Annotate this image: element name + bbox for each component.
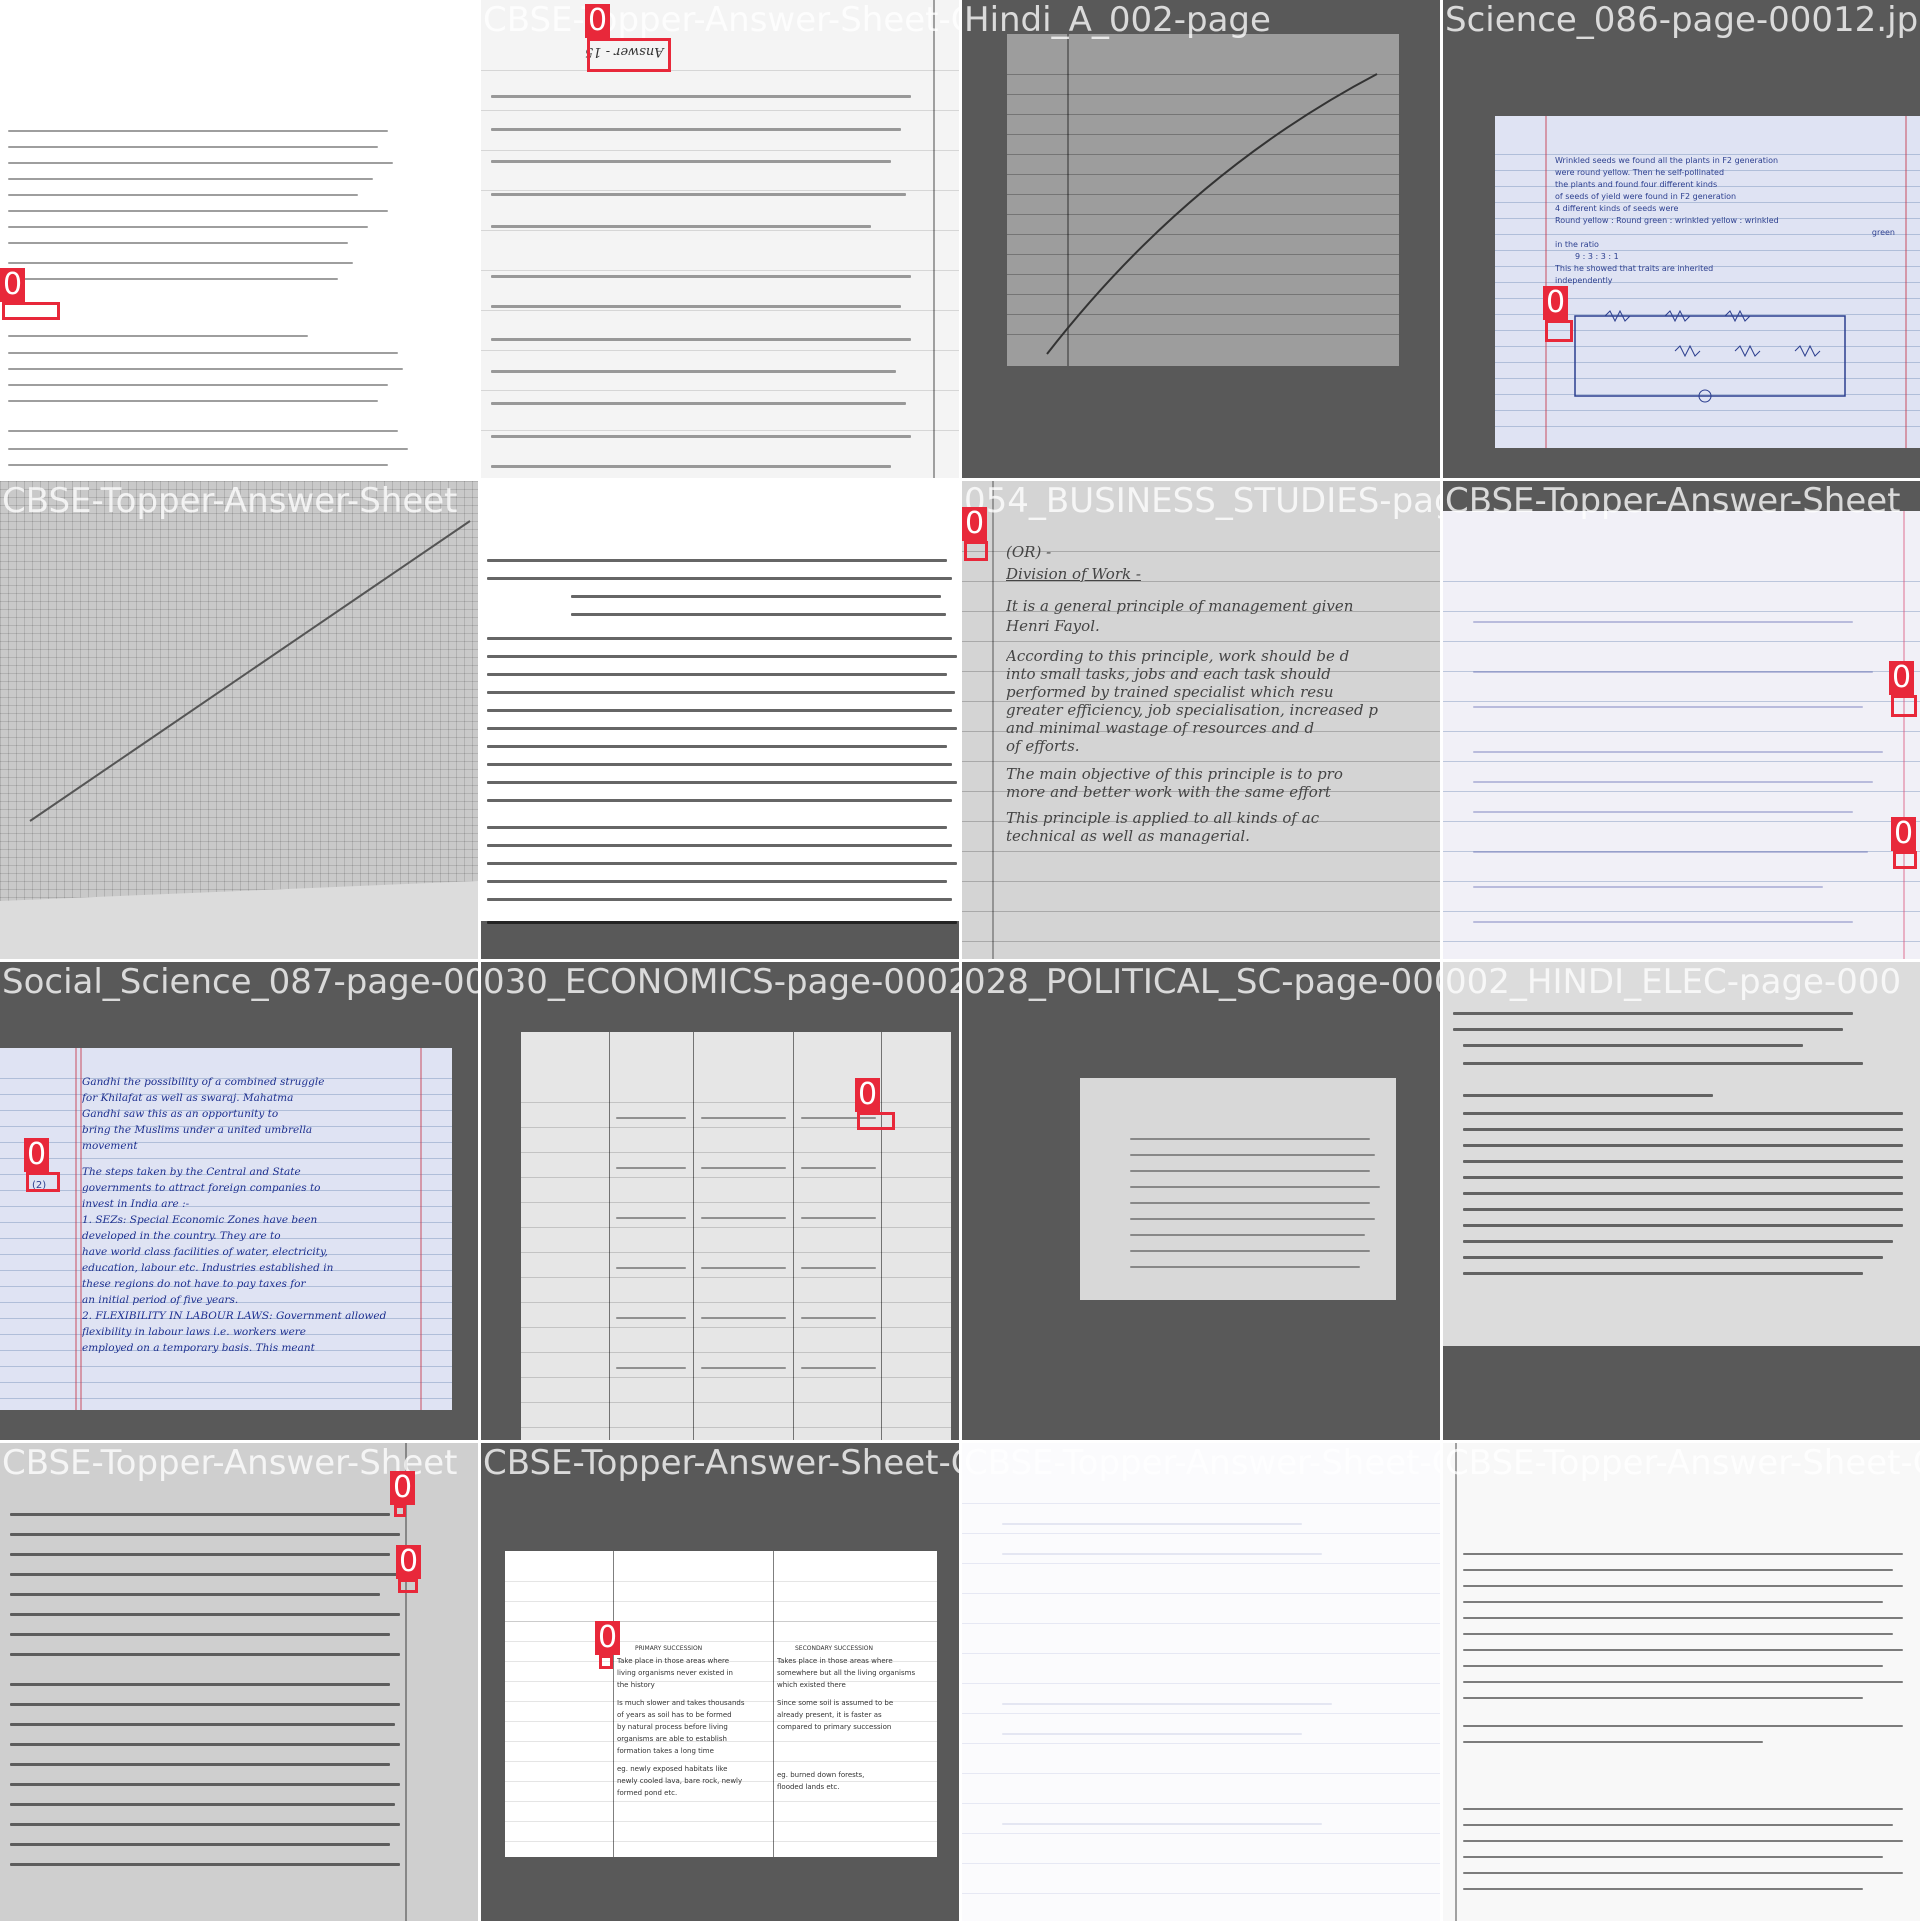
tile-16: CBSE-Topper-Answer-Sheet-Class-12-Physic… xyxy=(1443,1443,1920,1921)
annotation-class-label: 0 xyxy=(396,1545,422,1579)
annotation-class-label: 0 xyxy=(0,268,26,302)
annotation-box xyxy=(857,1112,895,1130)
tile-9: (2) Gandhi the possibility of a combined… xyxy=(0,962,478,1440)
scan-page xyxy=(1443,511,1920,959)
table-column-right: Takes place in those areas where somewhe… xyxy=(777,1657,916,1791)
annotation-class-label: 0 xyxy=(1889,661,1915,695)
annotation-box xyxy=(398,1579,418,1593)
circuit-diagram xyxy=(1574,309,1846,403)
tile-6: 302_HINDI_CORE-page-00031.jpg xyxy=(481,481,959,959)
annotation-class-label: 0 xyxy=(1891,817,1917,851)
scan-page: Answer - 15 xyxy=(481,0,959,478)
scan-page xyxy=(962,1443,1440,1921)
annotation-class-label: 0 xyxy=(585,4,611,38)
scan-page xyxy=(1080,1078,1396,1300)
tile-1: 030_ECONOMICS-page-00011 0 xyxy=(0,0,478,478)
annotation-box xyxy=(964,541,988,561)
annotation-box xyxy=(2,302,60,320)
tile-filename: 028_POLITICAL_SC-page-00017.jpg xyxy=(964,962,1440,1002)
annotation-class-label: 0 xyxy=(390,1471,416,1505)
annotation-box xyxy=(1891,695,1917,717)
tile-8: CBSE-Topper-Answer-Sheet 0 0 xyxy=(1443,481,1920,959)
annotation-box xyxy=(1545,320,1573,342)
scan-page: PRIMARY SUCCESSION SECONDARY SUCCESSION … xyxy=(505,1551,937,1857)
tile-filename: 030_ECONOMICS-page-00023.jpg xyxy=(483,962,959,1002)
scan-page xyxy=(481,481,959,924)
table-header-secondary: SECONDARY SUCCESSION xyxy=(795,1645,873,1652)
scan-page: Wrinkled seeds we found all the plants i… xyxy=(1495,116,1920,448)
annotation-class-label: 0 xyxy=(24,1138,50,1172)
scan-page xyxy=(1443,962,1920,1346)
annotation-box xyxy=(26,1172,60,1192)
scan-page: (OR) - Division of Work - It is a genera… xyxy=(962,481,1440,959)
tile-10: 030_ECONOMICS-page-00023.jpg 0 xyxy=(481,962,959,1440)
annotation-box xyxy=(1893,851,1917,869)
tile-3: Hindi_A_002-page xyxy=(962,0,1440,478)
scan-page xyxy=(0,0,478,478)
tile-filename: Science_086-page-00012.jpg xyxy=(1445,0,1920,40)
table-column-left: Take place in those areas where living o… xyxy=(617,1657,745,1797)
tile-4: Wrinkled seeds we found all the plants i… xyxy=(1443,0,1920,478)
tile-5: CBSE-Topper-Answer-Sheet xyxy=(0,481,478,959)
tile-15: CBSE-Topper-Answer-Sheet-Class-12-Biolog… xyxy=(962,1443,1440,1921)
answer-text-block: Gandhi the possibility of a combined str… xyxy=(82,1076,387,1354)
tile-2: Answer - 15 CBSE-Topper-Answer-Sheet-Cla… xyxy=(481,0,959,478)
tile-12: 002_HINDI_ELEC-page-000 xyxy=(1443,962,1920,1440)
scan-page xyxy=(1443,1443,1920,1921)
annotation-box xyxy=(587,38,671,72)
graph-line-drawing xyxy=(0,520,478,959)
annotation-class-label: 0 xyxy=(855,1078,881,1112)
scan-page xyxy=(1007,34,1399,366)
tile-filename: Social_Science_087-page-00013.jpg xyxy=(2,962,478,1002)
tile-13: CBSE-Topper-Answer-Sheet 0 0 xyxy=(0,1443,478,1921)
annotation-class-label: 0 xyxy=(1543,286,1569,320)
scan-page xyxy=(521,1032,951,1440)
annotation-class-label: 0 xyxy=(595,1621,621,1655)
image-mosaic: 030_ECONOMICS-page-00011 0 Answer - 15 C… xyxy=(0,0,1920,1921)
tile-11: 028_POLITICAL_SC-page-00017.jpg xyxy=(962,962,1440,1440)
tile-filename: CBSE-Topper-Answer-Sheet-Class-10-Social xyxy=(483,1443,959,1483)
graph-curve-drawing xyxy=(1046,73,1378,355)
annotation-box xyxy=(599,1655,613,1669)
annotation-class-label: 0 xyxy=(962,507,988,541)
scan-page xyxy=(0,481,478,959)
table-header-primary: PRIMARY SUCCESSION xyxy=(635,1645,703,1652)
scan-page xyxy=(0,1443,478,1921)
tile-14: PRIMARY SUCCESSION SECONDARY SUCCESSION … xyxy=(481,1443,959,1921)
answer-text-block: Wrinkled seeds we found all the plants i… xyxy=(1555,156,1895,285)
annotation-box xyxy=(394,1505,406,1517)
answer-text-block: (OR) - Division of Work - It is a genera… xyxy=(1006,543,1378,845)
scan-page: (2) Gandhi the possibility of a combined… xyxy=(0,1048,452,1410)
tile-7: (OR) - Division of Work - It is a genera… xyxy=(962,481,1440,959)
